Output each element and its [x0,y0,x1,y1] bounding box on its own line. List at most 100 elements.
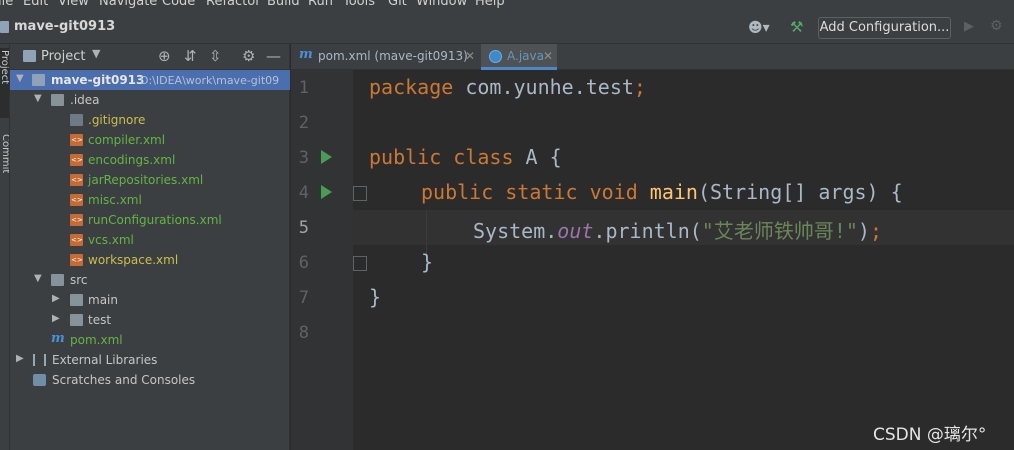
method-name: main [637,180,698,204]
commit-tool-window-tab[interactable]: Commit [0,134,9,173]
library-icon [33,354,46,366]
project-view-title[interactable]: Project [41,49,85,64]
java-class-icon [489,50,502,63]
editor-gutter: 1 2 3 4 5 6 7 8 [291,70,353,450]
menu-window[interactable]: Window [416,0,467,9]
menu-view[interactable]: View [58,0,89,9]
project-tool-window-tab[interactable]: Project [0,48,9,118]
tab-label: A.java [507,49,544,63]
tree-item-idea[interactable]: ▼ .idea [10,90,290,110]
chevron-right-icon[interactable]: ▶ [16,353,26,364]
line-number: 8 [298,323,309,343]
static-field: out [557,219,594,243]
tree-item-label: pom.xml [70,333,123,347]
menu-file[interactable]: ile [0,0,13,9]
tree-item-misc-xml[interactable]: misc.xml [10,190,290,210]
chevron-right-icon[interactable]: ▶ [52,293,62,304]
tree-item-runconfigurations-xml[interactable]: runConfigurations.xml [10,210,290,230]
project-tool-label: Project [0,50,10,85]
collapse-all-icon[interactable]: ⇳ [209,47,222,65]
semicolon: ; [633,75,646,99]
fold-marker-icon[interactable] [353,186,367,201]
breadcrumb-project-name[interactable]: mave-git0913 [14,19,115,34]
tree-item-pom-xml[interactable]: m pom.xml [10,330,290,350]
locate-icon[interactable]: ⊕ [158,47,171,65]
gear-icon[interactable]: ⚙ [242,47,255,65]
menu-refactor[interactable]: Refactor [206,0,261,9]
chevron-right-icon[interactable]: ▶ [52,313,62,324]
hammer-build-icon[interactable]: ⚒ [790,18,806,36]
line-number: 6 [298,253,309,273]
tree-item-label: main [88,293,118,307]
menu-git[interactable]: Git [388,0,407,9]
tree-item-compiler-xml[interactable]: compiler.xml [10,130,290,150]
tree-item-label: .idea [70,93,100,107]
run-class-icon[interactable] [321,150,332,164]
menu-build[interactable]: Build [267,0,300,9]
expand-all-icon[interactable]: ⇵ [184,47,197,65]
line-number: 4 [298,183,309,203]
line-number-current: 5 [298,218,309,238]
tab-pom-xml[interactable]: m pom.xml (mave-git0913) ✕ [291,44,479,70]
tree-item-project-root[interactable]: ▼ mave-git0913 D:\IDEA\work\mave-git09 [10,70,290,90]
project-view-icon [23,50,36,62]
tree-item-label: src [70,273,88,287]
add-configuration-button[interactable]: Add Configuration... [818,17,951,39]
project-panel: Project ▼ ⊕ ⇵ ⇳ ⚙ — ▼ mave-git0913 D:\ID… [10,44,290,450]
tree-item-src[interactable]: ▼ src [10,270,290,290]
class-declaration: A { [513,145,562,169]
menu-run[interactable]: Run [308,0,333,9]
menu-navigate[interactable]: Navigate [99,0,157,9]
tree-item-main[interactable]: ▶ main [10,290,290,310]
run-main-icon[interactable] [321,185,332,199]
user-icon[interactable]: ☻▾ [748,20,776,36]
tree-item-label: encodings.xml [88,153,176,167]
tree-item-label: .gitignore [88,113,146,127]
close-icon[interactable]: ✕ [543,49,553,63]
tree-item-vcs-xml[interactable]: vcs.xml [10,230,290,250]
chevron-down-icon[interactable]: ▼ [34,93,44,104]
tree-item-jarrepositories-xml[interactable]: jarRepositories.xml [10,170,290,190]
chevron-down-icon[interactable]: ▼ [16,73,26,84]
tree-item-path: D:\IDEA\work\mave-git09 [140,74,280,87]
code-line-5: System.out.println("艾老师铁帅哥!"); [473,215,882,244]
xml-file-icon [70,234,83,246]
project-folder-icon [0,21,9,33]
watermark: CSDN @璃尔° [873,425,987,445]
hide-panel-icon[interactable]: — [266,47,281,65]
method-call: .println( [593,219,702,243]
class-ref: System. [473,219,558,243]
chevron-down-icon[interactable]: ▼ [34,273,44,284]
chevron-down-icon[interactable]: ▼ [92,47,100,60]
tree-item-encodings-xml[interactable]: encodings.xml [10,150,290,170]
run-icon[interactable]: ▶ [964,19,974,34]
debug-icon[interactable]: ⚙ [990,18,1003,34]
menu-help[interactable]: Help [475,0,505,9]
gitignore-file-icon [70,114,83,126]
tree-item-label: Scratches and Consoles [52,373,196,387]
keyword: package [369,75,454,99]
semicolon: ; [869,219,883,243]
tree-item-scratches[interactable]: Scratches and Consoles [10,370,290,390]
maven-icon: m [299,47,313,62]
tree-item-test[interactable]: ▶ test [10,310,290,330]
xml-file-icon [70,254,83,266]
menu-edit[interactable]: Edit [23,0,48,9]
menu-code[interactable]: Code [162,0,195,9]
scratches-icon [33,374,46,386]
left-tool-strip: Project Commit [0,44,10,450]
tab-a-java[interactable]: A.java ✕ [481,44,557,70]
method-params: (String[] args) { [697,180,903,204]
fold-marker-icon[interactable] [353,256,367,271]
tree-item-label: misc.xml [88,193,142,207]
line-number: 1 [298,78,309,98]
tree-item-workspace-xml[interactable]: workspace.xml [10,250,290,270]
code-editor[interactable]: package com.yunhe.test; public class A {… [353,70,1014,450]
close-icon[interactable]: ✕ [465,49,475,63]
menu-tools[interactable]: Tools [343,0,375,9]
tree-item-label: runConfigurations.xml [88,213,222,227]
tree-item-external-libraries[interactable]: ▶ External Libraries [10,350,290,370]
editor-tabs: m pom.xml (mave-git0913) ✕ A.java ✕ [291,44,1014,70]
folder-icon [51,94,64,106]
tree-item-gitignore[interactable]: .gitignore [10,110,290,130]
